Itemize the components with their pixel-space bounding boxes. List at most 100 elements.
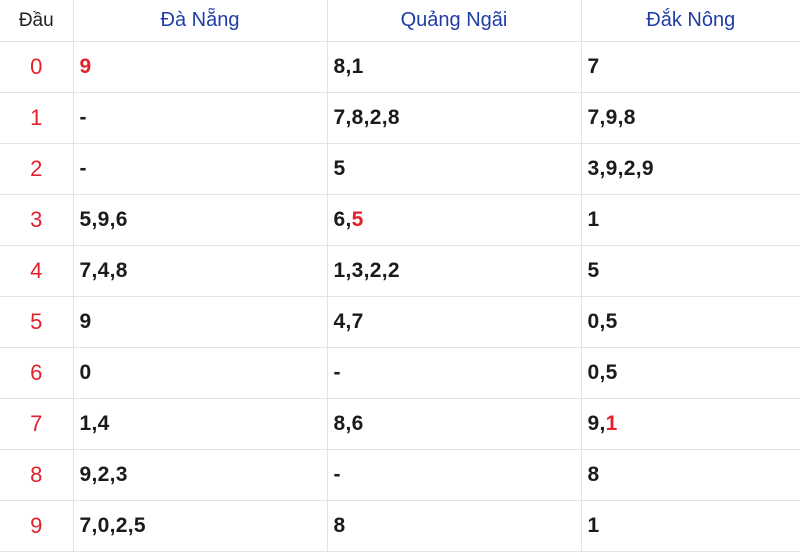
- table-row: 6 0-0,5: [0, 347, 800, 399]
- tail-digit: 9: [587, 412, 600, 435]
- column-header-dak-nong[interactable]: Đắk Nông: [580, 0, 800, 42]
- tail-digit: 5: [133, 514, 146, 537]
- tail-digit: 1: [333, 259, 346, 282]
- cell-quang-ngai: 8,1: [326, 41, 582, 93]
- table-row: 9 7,0,2,5 8 1: [0, 500, 800, 552]
- column-header-dau: Đầu: [0, 0, 74, 42]
- dau-digit: 5: [0, 296, 74, 348]
- cell-dak-nong: 0,5: [580, 347, 800, 399]
- tail-digit: 9: [97, 208, 110, 231]
- cell-dak-nong: 7: [580, 41, 800, 93]
- tail-digit: 4: [97, 412, 110, 435]
- tail-digit: 7: [333, 106, 346, 129]
- cell-quang-ngai: 4,7: [326, 296, 582, 348]
- cell-quang-ngai: 8,6: [326, 398, 582, 450]
- tail-digit: 3: [587, 157, 600, 180]
- tail-digit: 7: [79, 514, 92, 537]
- tail-digit: 5: [587, 259, 600, 282]
- tail-digit: 1: [79, 412, 92, 435]
- dau-digit: 6: [0, 347, 74, 399]
- tail-digit: -: [79, 157, 87, 180]
- dau-digit: 9: [0, 500, 74, 552]
- table-body: 0 9 8,1 7 1-7,8,2,8 7,9,8 2-5 3,9,2,9 3 5,9,6 6,5 1…: [0, 41, 800, 552]
- tail-digit: 9: [605, 106, 618, 129]
- tail-digit: 1: [587, 208, 600, 231]
- cell-da-nang: 1,4: [72, 398, 328, 450]
- tail-digit: 8: [351, 106, 364, 129]
- cell-quang-ngai: -: [326, 449, 582, 501]
- cell-quang-ngai: 8: [326, 500, 582, 552]
- cell-da-nang: 9: [72, 41, 328, 93]
- tail-digit: 0: [587, 310, 600, 333]
- tail-digit: 4: [97, 259, 110, 282]
- tail-digit: 2: [97, 463, 110, 486]
- tail-digit: 6: [351, 412, 364, 435]
- tail-digit: 0: [587, 361, 600, 384]
- cell-da-nang: 7,0,2,5: [72, 500, 328, 552]
- tail-digit: 6: [333, 208, 346, 231]
- tail-digit: 9: [605, 157, 618, 180]
- cell-da-nang: -: [72, 92, 328, 144]
- tail-digit: -: [79, 106, 87, 129]
- table-row: 5 9 4,7 0,5: [0, 296, 800, 348]
- tail-digit: 8: [333, 55, 346, 78]
- table-row: 7 1,4 8,6 9,1: [0, 398, 800, 450]
- tail-digit: 8: [333, 514, 346, 537]
- tail-digit: 8: [587, 463, 600, 486]
- cell-dak-nong: 5: [580, 245, 800, 297]
- tail-digit: 1: [351, 55, 364, 78]
- tail-digit: 7: [79, 259, 92, 282]
- header-row: Đầu Đà Nẵng Quảng Ngãi Đắk Nông: [0, 0, 800, 42]
- dau-digit: 1: [0, 92, 74, 144]
- tail-digit: 2: [387, 259, 400, 282]
- table-row: 1- 7,8,2,8 7,9,8: [0, 92, 800, 144]
- table-row: 0 9 8,1 7: [0, 41, 800, 93]
- tail-digit: 2: [623, 157, 636, 180]
- tail-digit-highlight: 5: [351, 208, 364, 231]
- cell-da-nang: 0: [72, 347, 328, 399]
- dau-digit: 3: [0, 194, 74, 246]
- column-header-quang-ngai[interactable]: Quảng Ngãi: [326, 0, 582, 42]
- cell-dak-nong: 0,5: [580, 296, 800, 348]
- cell-quang-ngai: -: [326, 347, 582, 399]
- dau-digit: 4: [0, 245, 74, 297]
- tail-digit: 1: [587, 514, 600, 537]
- tail-digit: -: [333, 361, 341, 384]
- tail-digit: 3: [351, 259, 364, 282]
- cell-da-nang: -: [72, 143, 328, 195]
- tail-digit: 9: [79, 463, 92, 486]
- tail-digit-highlight: 9: [79, 55, 92, 78]
- tail-digit-highlight: 1: [605, 412, 618, 435]
- tail-digit: 8: [115, 259, 128, 282]
- table-row: 2 - 5 3,9,2,9: [0, 143, 800, 195]
- tail-digit: 8: [623, 106, 636, 129]
- tail-digit: 7: [587, 55, 600, 78]
- tail-digit: 2: [369, 106, 382, 129]
- column-header-da-nang[interactable]: Đà Nẵng: [72, 0, 328, 42]
- cell-dak-nong: 3,9,2,9: [580, 143, 800, 195]
- dau-digit: 8: [0, 449, 74, 501]
- cell-da-nang: 7,4,8: [72, 245, 328, 297]
- cell-dak-nong: 1: [580, 500, 800, 552]
- tail-digit: 5: [605, 310, 618, 333]
- cell-dak-nong: 8: [580, 449, 800, 501]
- dau-digit: 7: [0, 398, 74, 450]
- tail-digit: 3: [115, 463, 128, 486]
- tail-digit: 5: [79, 208, 92, 231]
- cell-quang-ngai: 6,5: [326, 194, 582, 246]
- tail-digit: 8: [333, 412, 346, 435]
- cell-quang-ngai: 5: [326, 143, 582, 195]
- tail-digit: 7: [587, 106, 600, 129]
- tail-digit: -: [333, 463, 341, 486]
- tail-digit: 0: [97, 514, 110, 537]
- tail-digit: 8: [387, 106, 400, 129]
- cell-da-nang: 5,9,6: [72, 194, 328, 246]
- tail-digit: 2: [115, 514, 128, 537]
- table-row: 4 7,4,8 1,3,2,2 5: [0, 245, 800, 297]
- table-row: 8 9,2,3-8: [0, 449, 800, 501]
- tail-digit: 9: [79, 310, 92, 333]
- tail-digit: 5: [605, 361, 618, 384]
- loto-head-table: Đầu Đà Nẵng Quảng Ngãi Đắk Nông 0 9 8,1 7 1-…: [0, 0, 800, 552]
- cell-dak-nong: 9,1: [580, 398, 800, 450]
- dau-digit: 0: [0, 41, 74, 93]
